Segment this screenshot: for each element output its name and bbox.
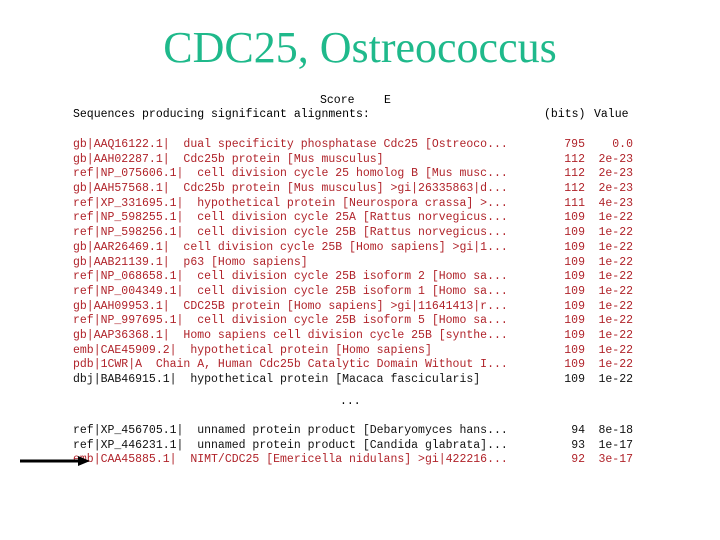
hit-description[interactable]: gb|AAH02287.1| Cdc25b protein [Mus muscu…: [73, 153, 384, 168]
hit-bits-score: 92: [571, 453, 585, 467]
hit-e-value: 3e-17: [598, 453, 633, 467]
hit-description[interactable]: gb|AAR26469.1| cell division cycle 25B […: [73, 241, 508, 256]
hit-bits-score: 109: [564, 255, 585, 269]
hit-bits-score: 109: [564, 284, 585, 298]
hit-e-value: 1e-22: [598, 226, 633, 240]
hit-e-value: 2e-23: [598, 182, 633, 196]
hit-e-value: 1e-22: [598, 373, 633, 386]
hit-description[interactable]: ref|NP_598255.1| cell division cycle 25A…: [73, 211, 508, 226]
hit-e-value: 1e-17: [598, 438, 633, 452]
hit-e-value: 1e-22: [598, 284, 633, 298]
hit-description[interactable]: ref|NP_598256.1| cell division cycle 25B…: [73, 226, 508, 241]
hit-bits-score: 109: [564, 270, 585, 284]
hit-bits-score: 109: [564, 299, 585, 313]
hit-bits-score: 111: [564, 196, 585, 210]
hit-bits-score: 109: [564, 328, 585, 342]
header-bits-label: (bits): [544, 108, 586, 121]
hit-e-value: 2e-23: [598, 167, 633, 181]
header-value-label: Value: [594, 108, 629, 121]
hit-bits-score: 109: [564, 211, 585, 225]
hit-bits-score: 109: [564, 240, 585, 254]
hit-description[interactable]: gb|AAQ16122.1| dual specificity phosphat…: [73, 138, 508, 153]
arrow-right-icon: [20, 456, 90, 466]
hit-e-value: 1e-22: [598, 211, 633, 225]
hit-description[interactable]: ref|NP_075606.1| cell division cycle 25 …: [73, 167, 508, 182]
hit-e-value: 1e-22: [598, 255, 633, 269]
hit-e-value: 1e-22: [598, 270, 633, 284]
hit-e-value: 1e-22: [598, 343, 633, 357]
hit-bits-score: 93: [571, 438, 585, 452]
hit-description[interactable]: emb|CAE45909.2| hypothetical protein [Ho…: [73, 344, 432, 359]
hit-bits-score: 109: [564, 314, 585, 328]
hit-description[interactable]: pdb|1CWR|A Chain A, Human Cdc25b Catalyt…: [73, 358, 508, 373]
header-score-label: Score: [320, 94, 355, 107]
hit-e-value: 8e-18: [598, 424, 633, 437]
hit-e-value: 2e-23: [598, 152, 633, 166]
hit-bits-score: 112: [564, 167, 585, 181]
hit-e-value: 1e-22: [598, 299, 633, 313]
hit-bits-score: 109: [564, 343, 585, 357]
hit-e-value: 0.0: [612, 138, 633, 151]
hit-e-value: 1e-22: [598, 314, 633, 328]
header-sequences-label: Sequences producing significant alignmen…: [73, 108, 370, 121]
hit-description[interactable]: gb|AAH09953.1| CDC25B protein [Homo sapi…: [73, 300, 508, 315]
hit-description[interactable]: gb|AAB21139.1| p63 [Homo sapiens]: [73, 256, 308, 271]
hit-description[interactable]: ref|XP_331695.1| hypothetical protein [N…: [73, 197, 508, 212]
slide-title: CDC25, Ostreococcus: [163, 23, 557, 72]
hit-description[interactable]: ref|NP_997695.1| cell division cycle 25B…: [73, 314, 508, 329]
header-e-label: E: [384, 94, 391, 107]
hit-description[interactable]: ref|NP_004349.1| cell division cycle 25B…: [73, 285, 508, 300]
hit-bits-score: 109: [564, 373, 585, 386]
hit-e-value: 4e-23: [598, 196, 633, 210]
hit-bits-score: 109: [564, 226, 585, 240]
hit-description[interactable]: ref|NP_068658.1| cell division cycle 25B…: [73, 270, 508, 285]
hit-bits-score: 94: [571, 424, 585, 437]
ellipsis: ...: [340, 395, 361, 408]
hit-description[interactable]: gb|AAP36368.1| Homo sapiens cell divisio…: [73, 329, 508, 344]
hit-bits-score: 112: [564, 152, 585, 166]
hit-description[interactable]: ref|XP_446231.1| unnamed protein product…: [73, 439, 508, 454]
hit-e-value: 1e-22: [598, 328, 633, 342]
hit-e-value: 1e-22: [598, 240, 633, 254]
hit-description[interactable]: ref|XP_456705.1| unnamed protein product…: [73, 424, 508, 439]
hit-bits-score: 795: [564, 138, 585, 151]
hit-bits-score: 112: [564, 182, 585, 196]
hit-description[interactable]: dbj|BAB46915.1| hypothetical protein [Ma…: [73, 373, 480, 388]
hit-description[interactable]: gb|AAH57568.1| Cdc25b protein [Mus muscu…: [73, 182, 508, 197]
hit-bits-score: 109: [564, 358, 585, 372]
hit-e-value: 1e-22: [598, 358, 633, 372]
hit-description[interactable]: emb|CAA45885.1| NIMT/CDC25 [Emericella n…: [73, 453, 508, 468]
